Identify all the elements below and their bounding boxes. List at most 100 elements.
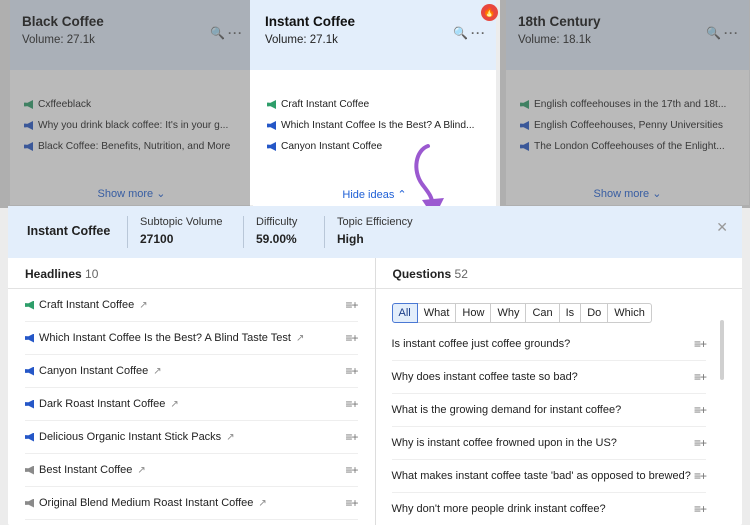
megaphone-icon <box>25 465 34 475</box>
external-link-icon[interactable]: ↗ <box>226 432 234 443</box>
metric-difficulty: Difficulty 59.00% <box>244 216 325 248</box>
headline-text[interactable]: Delicious Organic Instant Stick Packs <box>39 431 221 443</box>
card-item[interactable]: Craft Instant Coffee <box>267 98 484 119</box>
card-header: Instant Coffee Volume: 27.1k 🔍 ··· <box>253 0 496 70</box>
question-text[interactable]: What is the growing demand for instant c… <box>392 404 622 416</box>
card-volume: Volume: 27.1k <box>265 34 338 46</box>
question-row[interactable]: Why don't more people drink instant coff… <box>392 493 708 525</box>
topic-card-instant-coffee[interactable]: Instant Coffee Volume: 27.1k 🔍 ··· Craft… <box>253 0 496 206</box>
add-to-list-icon[interactable]: ≡+ <box>694 469 707 483</box>
questions-count: 52 <box>454 267 468 281</box>
external-link-icon[interactable]: ↗ <box>137 465 145 476</box>
question-text[interactable]: Why does instant coffee taste so bad? <box>392 371 578 383</box>
headline-text[interactable]: Original Blend Medium Roast Instant Coff… <box>39 497 253 509</box>
metric-topic-efficiency: Topic Efficiency High <box>325 216 435 248</box>
headline-row[interactable]: Canyon Instant Coffee ↗ ≡+ <box>25 355 359 388</box>
metric-label: Subtopic Volume <box>140 216 223 228</box>
metric-subtopic-volume: Subtopic Volume 27100 <box>128 216 244 248</box>
search-icon[interactable]: 🔍 <box>453 26 468 40</box>
question-row[interactable]: Why is instant coffee frowned upon in th… <box>391 427 707 460</box>
card-items: Craft Instant Coffee Which Instant Coffe… <box>253 70 496 161</box>
question-row[interactable]: What makes instant coffee taste 'bad' as… <box>391 460 707 493</box>
megaphone-icon <box>25 366 34 376</box>
add-to-list-icon[interactable]: ≡+ <box>694 502 707 516</box>
panel-title: Instant Coffee <box>8 216 128 248</box>
megaphone-icon <box>267 142 276 151</box>
metric-label: Topic Efficiency <box>337 216 413 228</box>
megaphone-icon <box>25 432 34 442</box>
headline-row[interactable]: Craft Instant Coffee ↗ ≡+ <box>25 289 359 322</box>
add-to-list-icon[interactable]: ≡+ <box>694 436 707 450</box>
questions-heading: Questions 52 <box>375 258 742 289</box>
card-title: Instant Coffee <box>265 14 356 29</box>
add-to-list-icon[interactable]: ≡+ <box>345 496 358 510</box>
megaphone-icon <box>25 333 34 343</box>
headline-row[interactable]: Best Instant Coffee ↗ ≡+ <box>25 454 359 487</box>
questions-list: Is instant coffee just coffee grounds? ≡+… <box>376 328 743 525</box>
question-filter-group: All What How Why Can Is Do Which <box>376 289 743 323</box>
detail-panel: Instant Coffee Subtopic Volume 27100 Dif… <box>8 206 742 525</box>
question-text[interactable]: Why don't more people drink instant coff… <box>392 503 606 515</box>
metric-value: 59.00% <box>256 232 297 246</box>
card-item[interactable]: Which Instant Coffee Is the Best? A Blin… <box>267 119 484 140</box>
headlines-count: 10 <box>85 267 99 281</box>
headlines-heading: Headlines 10 <box>8 258 375 289</box>
filter-chip-which[interactable]: Which <box>608 303 652 323</box>
close-icon[interactable]: ✕ <box>716 219 728 236</box>
question-text[interactable]: What makes instant coffee taste 'bad' as… <box>392 470 691 482</box>
headline-row[interactable]: Original Blend Medium Roast Instant Coff… <box>25 487 359 520</box>
scrollbar[interactable] <box>720 320 724 380</box>
add-to-list-icon[interactable]: ≡+ <box>345 298 358 312</box>
question-row[interactable]: Is instant coffee just coffee grounds? ≡+ <box>391 328 707 361</box>
filter-chip-what[interactable]: What <box>417 303 457 323</box>
headline-text[interactable]: Dark Roast Instant Coffee <box>39 398 165 410</box>
dim-overlay <box>500 0 750 208</box>
add-to-list-icon[interactable]: ≡+ <box>694 337 707 351</box>
headline-row[interactable]: Which Instant Coffee Is the Best? A Blin… <box>25 322 359 355</box>
fire-badge-icon: 🔥 <box>481 4 498 21</box>
add-to-list-icon[interactable]: ≡+ <box>345 397 358 411</box>
megaphone-icon <box>267 121 276 130</box>
add-to-list-icon[interactable]: ≡+ <box>694 370 707 384</box>
question-text[interactable]: Why is instant coffee frowned upon in th… <box>392 437 617 449</box>
external-link-icon[interactable]: ↗ <box>153 366 161 377</box>
megaphone-icon <box>25 300 34 310</box>
headline-text[interactable]: Craft Instant Coffee <box>39 299 134 311</box>
headline-row[interactable]: Dark Roast Instant Coffee ↗ ≡+ <box>25 388 359 421</box>
headline-text[interactable]: Canyon Instant Coffee <box>39 365 148 377</box>
panel-header: Instant Coffee Subtopic Volume 27100 Dif… <box>8 206 742 258</box>
hide-ideas-link[interactable]: Hide ideas ⌃ <box>253 188 496 201</box>
more-options-icon[interactable]: ··· <box>471 26 486 40</box>
question-text[interactable]: Is instant coffee just coffee grounds? <box>392 338 571 350</box>
external-link-icon[interactable]: ↗ <box>170 399 178 410</box>
megaphone-icon <box>25 498 34 508</box>
add-to-list-icon[interactable]: ≡+ <box>694 403 707 417</box>
metric-value: 27100 <box>140 232 174 246</box>
megaphone-icon <box>267 100 276 109</box>
filter-chip-how[interactable]: How <box>456 303 492 323</box>
filter-chip-all[interactable]: All <box>391 303 418 323</box>
filter-chip-is[interactable]: Is <box>559 303 582 323</box>
headlines-list: Craft Instant Coffee ↗ ≡+ Which Instant Cof… <box>8 289 375 520</box>
question-row[interactable]: Why does instant coffee taste so bad? ≡+ <box>391 361 707 394</box>
question-row[interactable]: What is the growing demand for instant c… <box>391 394 707 427</box>
add-to-list-icon[interactable]: ≡+ <box>345 430 358 444</box>
add-to-list-icon[interactable]: ≡+ <box>345 364 358 378</box>
filter-chip-can[interactable]: Can <box>526 303 560 323</box>
headline-row[interactable]: Delicious Organic Instant Stick Packs ↗ ≡+ <box>25 421 359 454</box>
headlines-column: Headlines 10 Craft Instant Coffee ↗ ≡+ Whic… <box>8 258 376 525</box>
add-to-list-icon[interactable]: ≡+ <box>345 463 358 477</box>
dim-overlay <box>0 0 250 208</box>
questions-column: Questions 52 All What How Why Can Is Do Which I… <box>375 258 743 525</box>
external-link-icon[interactable]: ↗ <box>296 333 304 344</box>
headline-text[interactable]: Which Instant Coffee Is the Best? A Blin… <box>39 332 291 344</box>
external-link-icon[interactable]: ↗ <box>139 300 147 311</box>
metric-label: Difficulty <box>256 216 298 228</box>
metric-value: High <box>337 232 364 246</box>
filter-chip-why[interactable]: Why <box>491 303 527 323</box>
headline-text[interactable]: Best Instant Coffee <box>39 464 132 476</box>
external-link-icon[interactable]: ↗ <box>258 498 266 509</box>
megaphone-icon <box>25 399 34 409</box>
add-to-list-icon[interactable]: ≡+ <box>345 331 358 345</box>
filter-chip-do[interactable]: Do <box>581 303 609 323</box>
